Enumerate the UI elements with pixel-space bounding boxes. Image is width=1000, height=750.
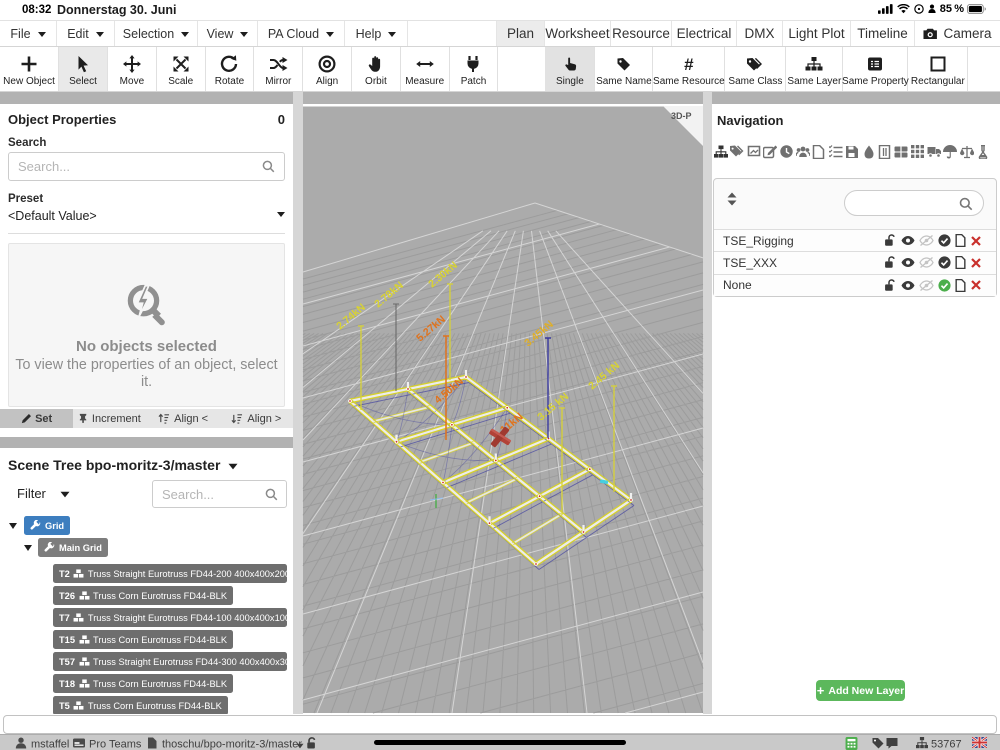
svg-text:3D-P: 3D-P [671,111,692,121]
